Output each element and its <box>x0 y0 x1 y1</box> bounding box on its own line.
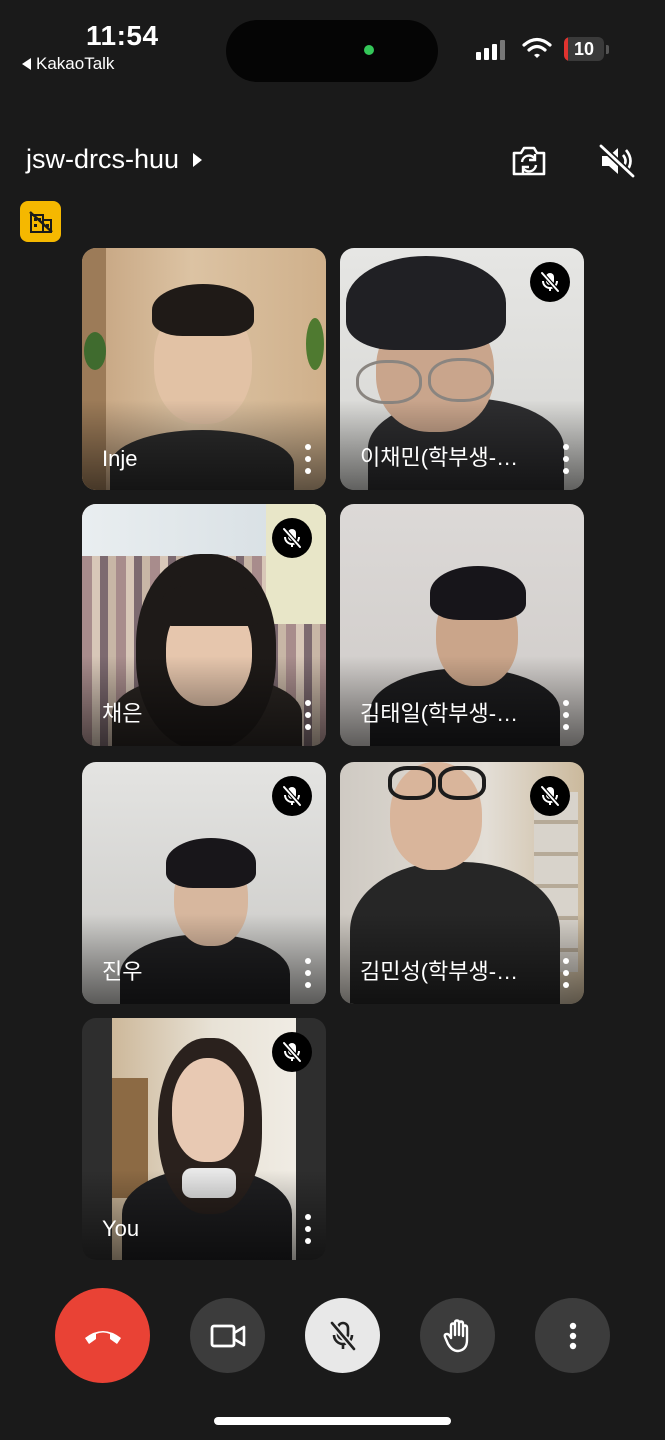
more-options-icon[interactable] <box>560 958 572 988</box>
participant-name: 이채민(학부생-… <box>360 445 519 470</box>
participant-tile[interactable]: 김민성(학부생-… <box>340 762 584 1004</box>
more-options-icon[interactable] <box>302 1214 314 1244</box>
participant-name: 김태일(학부생-… <box>360 701 519 726</box>
raise-hand-button[interactable] <box>420 1298 495 1373</box>
battery-cap <box>606 45 609 54</box>
home-indicator[interactable] <box>214 1417 451 1425</box>
participant-tile[interactable]: 김태일(학부생-… <box>340 504 584 746</box>
plant <box>84 332 106 370</box>
camera-in-use-indicator <box>364 45 374 55</box>
mic-off-icon <box>329 1320 356 1351</box>
more-options-button[interactable] <box>535 1298 610 1373</box>
status-time: 11:54 <box>86 20 159 51</box>
meeting-code: jsw-drcs-huu <box>26 144 180 174</box>
back-app-label: KakaoTalk <box>36 54 115 73</box>
participant-name: 김민성(학부생-… <box>360 959 519 984</box>
mic-off-icon <box>272 1032 312 1072</box>
hand-icon <box>443 1318 468 1352</box>
microphone-toggle-button[interactable] <box>305 1298 380 1373</box>
participant-name: 채은 <box>102 701 143 726</box>
wifi-icon <box>522 37 552 58</box>
more-options-icon[interactable] <box>560 444 572 474</box>
plant <box>306 318 324 370</box>
building-off-icon <box>28 210 53 233</box>
participant-tile[interactable]: 진우 <box>82 762 326 1004</box>
battery-indicator: 10 <box>564 37 604 61</box>
more-options-icon[interactable] <box>302 958 314 988</box>
caret-right-icon <box>193 152 203 167</box>
end-call-button[interactable] <box>55 1288 150 1383</box>
cellular-signal-icon <box>476 38 505 60</box>
mic-off-icon <box>272 776 312 816</box>
dynamic-island <box>226 20 438 82</box>
camera-toggle-button[interactable] <box>190 1298 265 1373</box>
back-arrow-icon <box>22 58 31 70</box>
participant-tile[interactable]: Inje <box>82 248 326 490</box>
participant-tile[interactable]: 채은 <box>82 504 326 746</box>
participant-name: 진우 <box>102 959 143 984</box>
meeting-title-button[interactable]: jsw-drcs-huu <box>26 144 203 175</box>
participant-name: Inje <box>102 446 138 471</box>
mic-off-icon <box>272 518 312 558</box>
switch-camera-icon[interactable] <box>510 143 548 179</box>
more-options-icon[interactable] <box>560 700 572 730</box>
building-off-badge[interactable] <box>20 201 61 242</box>
mic-off-icon <box>530 776 570 816</box>
more-options-icon[interactable] <box>302 444 314 474</box>
hang-up-icon <box>84 1330 121 1344</box>
participant-tile[interactable]: 이채민(학부생-… <box>340 248 584 490</box>
more-vertical-icon <box>569 1322 576 1349</box>
participant-tile-self[interactable]: You <box>82 1018 326 1260</box>
battery-percent: 10 <box>573 39 595 59</box>
mic-off-icon <box>530 262 570 302</box>
speaker-off-icon[interactable] <box>598 143 636 179</box>
participant-name: You <box>102 1216 140 1241</box>
more-options-icon[interactable] <box>302 700 314 730</box>
video-camera-icon <box>210 1324 245 1347</box>
back-to-app-link[interactable]: KakaoTalk <box>22 54 114 74</box>
